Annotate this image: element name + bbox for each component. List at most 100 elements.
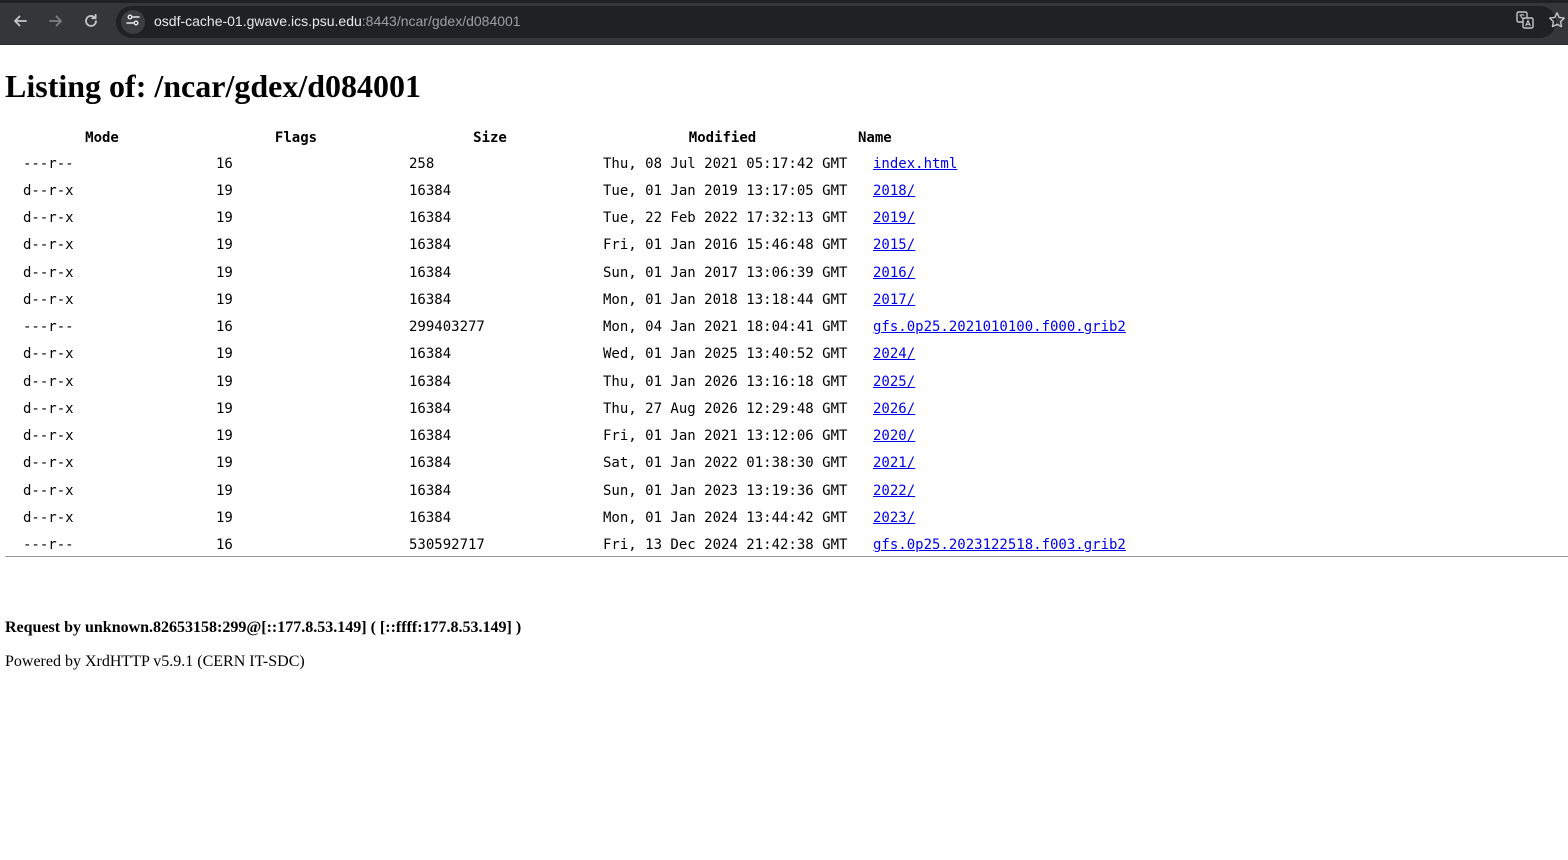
file-link[interactable]: 2016/ [873, 265, 915, 281]
row-modified: Mon, 01 Jan 2024 13:44:42 GMT [603, 509, 848, 526]
row-name: 2015/ [858, 232, 1126, 259]
row-modified: Fri, 01 Jan 2016 15:46:48 GMT [603, 237, 848, 254]
row-name: 2020/ [858, 423, 1126, 450]
row-modified: Fri, 13 Dec 2024 21:42:38 GMT [603, 537, 848, 554]
url-text[interactable]: osdf-cache-01.gwave.ics.psu.edu:8443/nca… [154, 13, 521, 29]
row-size: 530592717 [409, 537, 485, 554]
row-name: 2025/ [858, 368, 1126, 395]
tab-strip-edge [0, 0, 1568, 3]
row-name: 2017/ [858, 286, 1126, 313]
row-size: 16384 [409, 428, 452, 445]
file-link[interactable]: 2023/ [873, 510, 915, 526]
row-name: 2024/ [858, 341, 1126, 368]
row-flags: 16 [216, 155, 233, 172]
file-link[interactable]: gfs.0p25.2021010100.f000.grib2 [873, 319, 1126, 335]
row-size: 16384 [409, 455, 452, 472]
table-row: d--r-x 19 16384 Fri, 01 Jan 2016 15:46:48 G… [5, 232, 1126, 259]
file-link[interactable]: 2024/ [873, 346, 915, 362]
table-row: d--r-x 19 16384 Sun, 01 Jan 2023 13:19:36 G… [5, 477, 1126, 504]
table-row: d--r-x 19 16384 Mon, 01 Jan 2024 13:44:42 G… [5, 504, 1126, 531]
table-header-row: Mode Flags Size Modified Name [5, 126, 1126, 150]
table-row: d--r-x 19 16384 Sun, 01 Jan 2017 13:06:39 G… [5, 259, 1126, 286]
file-link[interactable]: 2021/ [873, 455, 915, 471]
site-info-button[interactable] [121, 10, 145, 34]
file-link[interactable]: gfs.0p25.2023122518.f003.grib2 [873, 537, 1126, 553]
back-icon [12, 13, 28, 29]
row-size: 16384 [409, 264, 452, 281]
row-name: 2021/ [858, 450, 1126, 477]
row-name: index.html [858, 150, 1126, 177]
table-row: ---r-- 16 299403277 Mon, 04 Jan 2021 18:04:… [5, 314, 1126, 341]
url-host: osdf-cache-01.gwave.ics.psu.edu [154, 13, 362, 29]
row-modified: Mon, 04 Jan 2021 18:04:41 GMT [603, 319, 848, 336]
file-link[interactable]: 2019/ [873, 210, 915, 226]
row-mode: d--r-x [23, 373, 74, 390]
table-row: d--r-x 19 16384 Sat, 01 Jan 2022 01:38:30 G… [5, 450, 1126, 477]
address-bar[interactable]: osdf-cache-01.gwave.ics.psu.edu:8443/nca… [116, 6, 1565, 38]
bookmark-button[interactable] [1548, 11, 1566, 34]
file-link[interactable]: 2026/ [873, 401, 915, 417]
row-mode: d--r-x [23, 291, 74, 308]
row-size: 16384 [409, 237, 452, 254]
row-size: 258 [409, 155, 435, 172]
file-link[interactable]: 2020/ [873, 428, 915, 444]
page-title: Listing of: /ncar/gdex/d084001 [5, 68, 422, 104]
row-mode: d--r-x [23, 346, 74, 363]
browser-toolbar: osdf-cache-01.gwave.ics.psu.edu:8443/nca… [0, 0, 1568, 45]
file-link[interactable]: 2017/ [873, 292, 915, 308]
table-row: ---r-- 16 258 Thu, 08 Jul 2021 05:17:42 GMT… [5, 150, 1126, 177]
row-flags: 19 [216, 482, 233, 499]
row-size: 16384 [409, 291, 452, 308]
row-name: gfs.0p25.2023122518.f003.grib2 [858, 532, 1126, 559]
row-flags: 19 [216, 182, 233, 199]
row-modified: Tue, 01 Jan 2019 13:17:05 GMT [603, 182, 848, 199]
row-mode: ---r-- [23, 537, 74, 554]
file-link[interactable]: 2018/ [873, 183, 915, 199]
row-modified: Mon, 01 Jan 2018 13:18:44 GMT [603, 291, 848, 308]
forward-button[interactable] [44, 9, 68, 33]
row-size: 16384 [409, 210, 452, 227]
row-mode: ---r-- [23, 319, 74, 336]
table-row: d--r-x 19 16384 Tue, 22 Feb 2022 17:32:13 G… [5, 205, 1126, 232]
translate-button[interactable] [1516, 10, 1534, 34]
row-flags: 19 [216, 291, 233, 308]
row-mode: ---r-- [23, 155, 74, 172]
powered-by: Powered by XrdHTTP v5.9.1 (CERN IT-SDC) [5, 653, 305, 670]
table-row: d--r-x 19 16384 Fri, 01 Jan 2021 13:12:06 G… [5, 423, 1126, 450]
row-name: 2022/ [858, 477, 1126, 504]
row-size: 16384 [409, 509, 452, 526]
row-flags: 19 [216, 264, 233, 281]
reload-icon [83, 13, 99, 29]
table-row: d--r-x 19 16384 Thu, 01 Jan 2026 13:16:18 G… [5, 368, 1126, 395]
row-size: 16384 [409, 346, 452, 363]
row-flags: 16 [216, 537, 233, 554]
row-name: 2016/ [858, 259, 1126, 286]
row-mode: d--r-x [23, 237, 74, 254]
file-link[interactable]: 2022/ [873, 483, 915, 499]
translate-icon [1516, 10, 1534, 34]
back-button[interactable] [8, 9, 32, 33]
file-link[interactable]: 2015/ [873, 237, 915, 253]
row-mode: d--r-x [23, 264, 74, 281]
row-mode: d--r-x [23, 400, 74, 417]
row-mode: d--r-x [23, 482, 74, 499]
row-size: 16384 [409, 373, 452, 390]
file-link[interactable]: 2025/ [873, 374, 915, 390]
row-flags: 19 [216, 373, 233, 390]
table-body: ---r-- 16 258 Thu, 08 Jul 2021 05:17:42 GMT… [5, 150, 1126, 559]
file-link[interactable]: index.html [873, 156, 957, 172]
table-row: d--r-x 19 16384 Thu, 27 Aug 2026 12:29:48 G… [5, 395, 1126, 422]
row-flags: 19 [216, 400, 233, 417]
row-flags: 19 [216, 428, 233, 445]
bookmark-star-icon [1548, 11, 1566, 34]
footer-divider [5, 556, 1568, 557]
row-flags: 16 [216, 319, 233, 336]
row-name: 2023/ [858, 504, 1126, 531]
row-flags: 19 [216, 210, 233, 227]
reload-button[interactable] [79, 9, 103, 33]
directory-listing-table: Mode Flags Size Modified Name ---r-- 16 25… [5, 126, 1126, 559]
row-name: 2019/ [858, 205, 1126, 232]
row-modified: Sun, 01 Jan 2023 13:19:36 GMT [603, 482, 848, 499]
row-modified: Sun, 01 Jan 2017 13:06:39 GMT [603, 264, 848, 281]
row-flags: 19 [216, 237, 233, 254]
